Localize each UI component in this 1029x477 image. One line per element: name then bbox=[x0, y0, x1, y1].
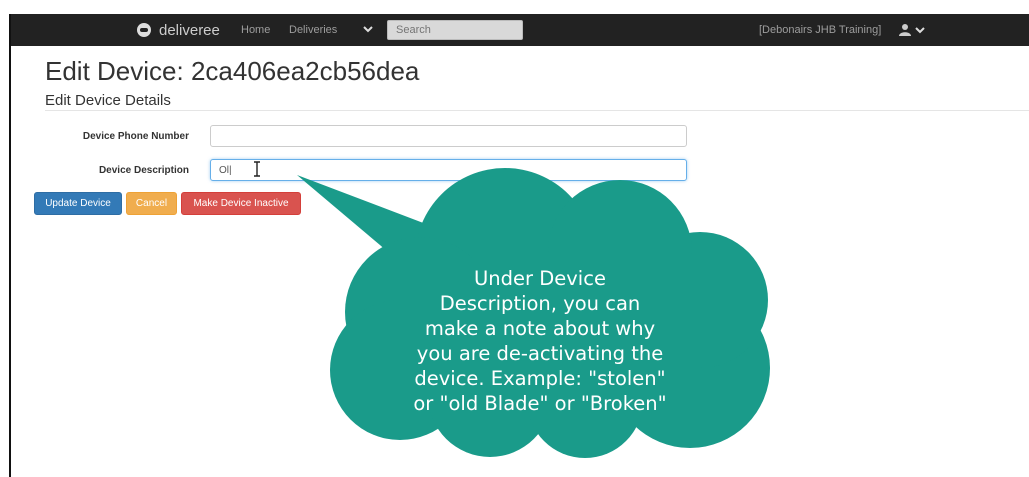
description-label: Device Description bbox=[98, 165, 189, 176]
brand[interactable]: deliveree bbox=[137, 14, 220, 46]
text-cursor-icon bbox=[254, 161, 260, 177]
make-inactive-button[interactable]: Make Device Inactive bbox=[181, 192, 301, 215]
car-logo-icon bbox=[137, 23, 151, 37]
section-title: Edit Device Details bbox=[45, 92, 171, 109]
update-device-button[interactable]: Update Device bbox=[34, 192, 122, 215]
callout-line: Under Device bbox=[474, 267, 606, 290]
phone-number-label: Device Phone Number bbox=[82, 131, 189, 142]
page-title: Edit Device: 2ca406ea2cb56dea bbox=[45, 56, 420, 86]
video-frame-border bbox=[0, 0, 9, 477]
callout-line: or "old Blade" or "Broken" bbox=[413, 392, 667, 415]
video-frame-edge bbox=[9, 14, 11, 477]
section-divider bbox=[45, 110, 1029, 111]
top-navbar: deliveree Home Deliveries [Debonairs JHB… bbox=[11, 14, 1029, 46]
user-icon bbox=[899, 24, 911, 36]
chevron-down-icon[interactable] bbox=[363, 24, 373, 34]
cancel-button[interactable]: Cancel bbox=[126, 192, 177, 215]
callout-line: Description, you can bbox=[439, 292, 641, 315]
description-field[interactable] bbox=[210, 159, 687, 181]
chevron-down-icon bbox=[915, 26, 925, 33]
callout-text: Under Device Description, you can make a… bbox=[370, 266, 710, 416]
user-menu[interactable] bbox=[899, 23, 925, 36]
callout-line: device. Example: "stolen" bbox=[414, 367, 666, 390]
callout-line: make a note about why bbox=[424, 317, 656, 340]
search-input[interactable] bbox=[387, 20, 523, 40]
nav-deliveries-link[interactable]: Deliveries bbox=[289, 14, 337, 46]
phone-number-field[interactable] bbox=[210, 125, 687, 147]
brand-name: deliveree bbox=[159, 21, 220, 39]
nav-home-link[interactable]: Home bbox=[241, 14, 270, 46]
organization-label[interactable]: [Debonairs JHB Training] bbox=[759, 14, 881, 46]
callout-line: you are de-activating the bbox=[416, 342, 664, 365]
